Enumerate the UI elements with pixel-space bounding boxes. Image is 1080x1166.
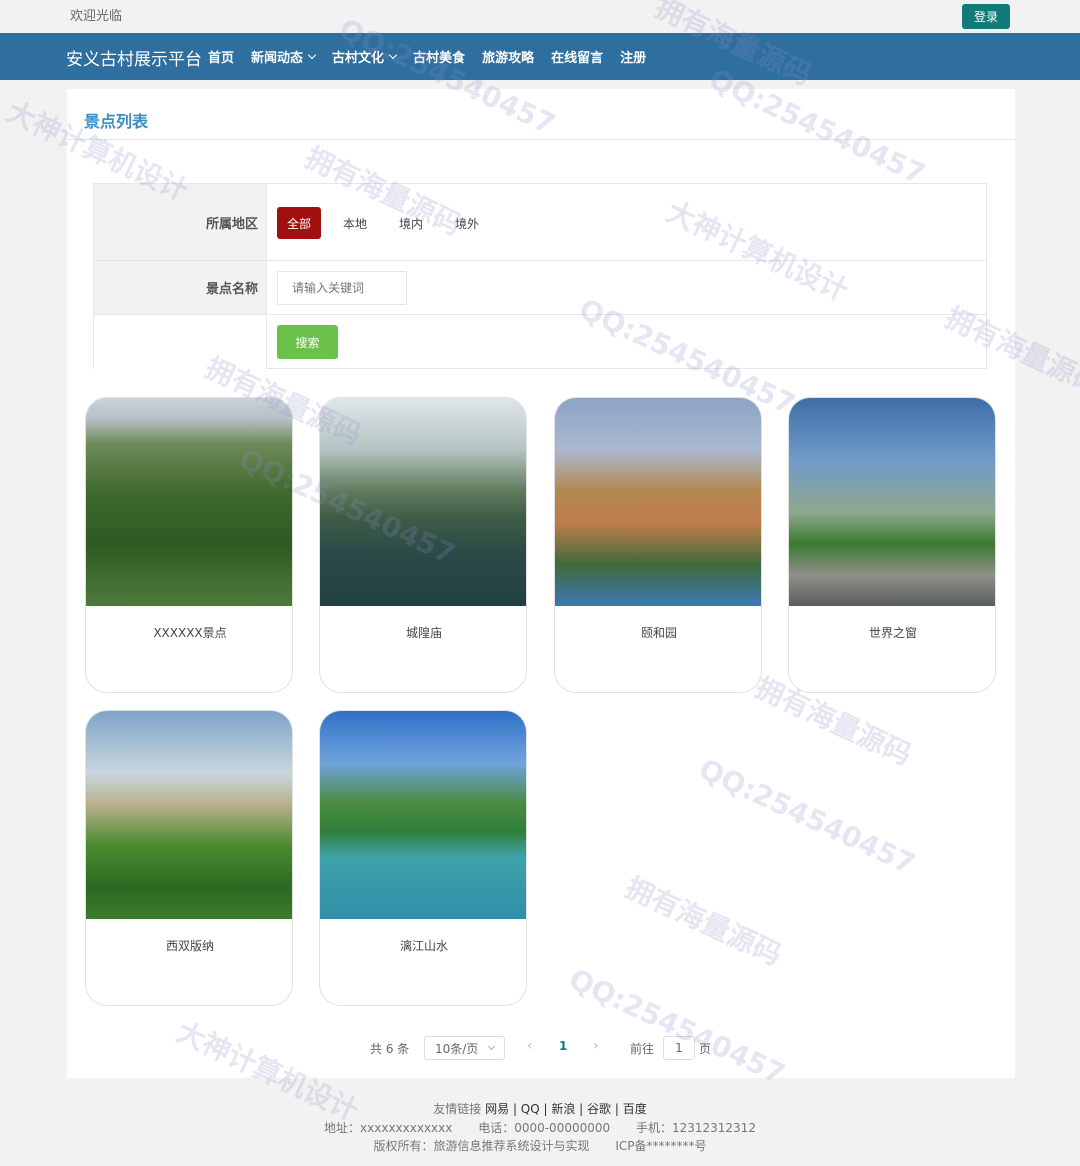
pagination-total: 共 6 条: [370, 1042, 410, 1056]
spot-name[interactable]: 城隍庙: [320, 624, 526, 641]
chevron-down-icon[interactable]: [487, 1042, 496, 1051]
page-title: 景点列表: [84, 112, 149, 131]
chevron-down-icon[interactable]: [307, 50, 317, 59]
spot-card[interactable]: XXXXXX景点: [85, 397, 293, 693]
spot-name[interactable]: 西双版纳: [86, 937, 292, 954]
nav-menu: 首页 新闻动态 古村文化 古村美食 旅游攻略 在线留言 注册: [208, 33, 663, 80]
spot-image[interactable]: [86, 711, 292, 919]
nav-item-label[interactable]: 在线留言: [551, 47, 603, 66]
region-option[interactable]: 境内: [389, 207, 433, 239]
footer-links-line: 友情链接 网易 | QQ | 新浪 | 谷歌 | 百度: [0, 1100, 1080, 1117]
spot-name-input[interactable]: [277, 271, 407, 305]
filter-row-region: 所属地区 全部 本地 境内 境外: [94, 184, 986, 261]
pagination: 共 6 条 10条/页 ‹ 1 › 前往 页: [67, 1036, 1015, 1060]
filter-table: 所属地区 全部本地境内境外 景点名称 搜索: [93, 183, 987, 369]
nav-item[interactable]: 在线留言: [551, 47, 603, 66]
footer-mobile: 手机：12312312312: [635, 1121, 756, 1135]
spot-name[interactable]: 世界之窗: [789, 624, 995, 641]
spot-image[interactable]: [320, 398, 526, 606]
friend-links[interactable]: 网易 | QQ | 新浪 | 谷歌 | 百度: [485, 1102, 647, 1116]
page-size-value[interactable]: 10条/页: [435, 1040, 478, 1057]
spot-image[interactable]: [86, 398, 292, 606]
title-divider: [67, 139, 1015, 140]
action-label-cell: [94, 315, 267, 369]
filter-row-action: 搜索: [94, 315, 986, 369]
nav-item-label[interactable]: 首页: [208, 47, 234, 66]
nav-item[interactable]: 旅游攻略: [482, 47, 534, 66]
nav-item[interactable]: 注册: [620, 47, 646, 66]
spot-image[interactable]: [555, 398, 761, 606]
welcome-text: 欢迎光临: [70, 9, 123, 24]
footer-copyright: 版权所有：旅游信息推荐系统设计与实现: [373, 1139, 590, 1153]
prev-page-icon[interactable]: ‹: [527, 1038, 533, 1054]
nav-item-label[interactable]: 古村美食: [413, 47, 465, 66]
nav-item[interactable]: 首页: [208, 47, 234, 66]
goto-label: 前往: [630, 1042, 655, 1056]
nav-item-label[interactable]: 旅游攻略: [482, 47, 534, 66]
region-label: 所属地区: [94, 184, 267, 260]
region-options: 全部 本地 境内 境外: [277, 207, 501, 239]
spot-card[interactable]: 漓江山水: [319, 710, 527, 1006]
chevron-down-icon[interactable]: [388, 50, 398, 59]
page-size-select[interactable]: 10条/页: [424, 1036, 505, 1060]
footer-address: 地址：xxxxxxxxxxxxx: [324, 1121, 453, 1135]
goto-unit: 页: [699, 1042, 712, 1056]
filter-row-name: 景点名称: [94, 261, 986, 315]
nav-item[interactable]: 古村文化: [332, 47, 398, 66]
spot-card[interactable]: 世界之窗: [788, 397, 996, 693]
nav-item-label[interactable]: 古村文化: [332, 47, 384, 66]
spot-name[interactable]: XXXXXX景点: [86, 624, 292, 641]
spot-list-panel: 景点列表 所属地区 全部本地境内境外 景点名称 搜索 XXXXXX景点 城隍庙 …: [67, 89, 1015, 1078]
footer-phone: 电话：0000-00000000: [478, 1121, 611, 1135]
site-brand[interactable]: 安义古村展示平台: [66, 45, 202, 70]
spot-card[interactable]: 颐和园: [554, 397, 762, 693]
top-bar: 欢迎光临 登录: [0, 0, 1080, 32]
nav-item-label[interactable]: 注册: [620, 47, 646, 66]
spot-name[interactable]: 漓江山水: [320, 937, 526, 954]
name-label: 景点名称: [94, 261, 267, 314]
login-button[interactable]: 登录: [962, 4, 1010, 29]
main-nav: 安义古村展示平台 首页 新闻动态 古村文化 古村美食 旅游攻略 在线留言 注册: [0, 33, 1080, 80]
region-option[interactable]: 境外: [445, 207, 489, 239]
footer-contact-line: 地址：xxxxxxxxxxxxx 电话：0000-00000000 手机：123…: [0, 1119, 1080, 1136]
nav-item-label[interactable]: 新闻动态: [251, 47, 303, 66]
footer-icp: ICP备********号: [615, 1139, 707, 1153]
spot-image[interactable]: [789, 398, 995, 606]
links-label: 友情链接: [433, 1102, 482, 1116]
region-option[interactable]: 全部: [277, 207, 322, 239]
next-page-icon[interactable]: ›: [593, 1038, 599, 1054]
spot-card[interactable]: 城隍庙: [319, 397, 527, 693]
region-option[interactable]: 本地: [333, 207, 377, 239]
goto-page-input[interactable]: [663, 1036, 695, 1060]
nav-item[interactable]: 古村美食: [413, 47, 465, 66]
search-button[interactable]: 搜索: [277, 325, 338, 359]
footer-copyright-line: 版权所有：旅游信息推荐系统设计与实现 ICP备********号: [0, 1137, 1080, 1154]
spot-image[interactable]: [320, 711, 526, 919]
spot-card[interactable]: 西双版纳: [85, 710, 293, 1006]
current-page[interactable]: 1: [559, 1039, 567, 1053]
spot-name[interactable]: 颐和园: [555, 624, 761, 641]
nav-item[interactable]: 新闻动态: [251, 47, 317, 66]
